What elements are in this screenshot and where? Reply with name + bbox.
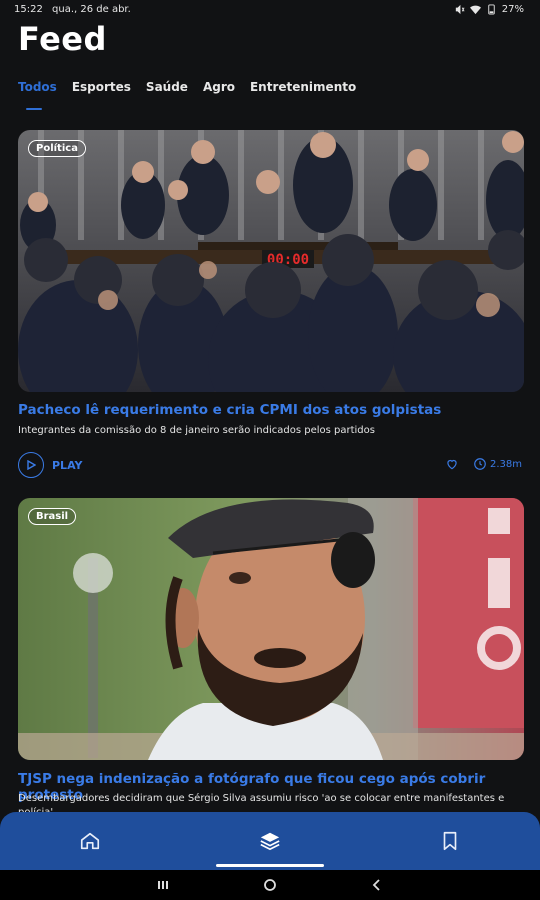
system-navigation-bar <box>0 870 540 900</box>
back-icon[interactable] <box>370 878 384 892</box>
wifi-icon <box>469 5 481 14</box>
nav-feed[interactable] <box>240 821 300 861</box>
photographer-portrait-photo <box>18 498 524 760</box>
home-button-icon[interactable] <box>263 878 277 892</box>
clock-icon <box>474 458 486 470</box>
play-label: PLAY <box>52 458 83 472</box>
home-icon <box>80 832 100 850</box>
status-right: 27% <box>454 4 524 15</box>
play-button[interactable]: PLAY <box>18 452 83 478</box>
category-badge: Brasil <box>28 508 77 525</box>
status-left: 15:22 qua., 26 de abr. <box>14 4 131 15</box>
nav-saved[interactable] <box>420 821 480 861</box>
news-card-image-politica[interactable]: 00:00 Política <box>18 130 524 392</box>
status-bar: 15:22 qua., 26 de abr. 27% <box>0 0 540 18</box>
bottom-navigation <box>0 812 540 870</box>
status-date: qua., 26 de abr. <box>52 3 131 15</box>
duration-text: 2.38m <box>489 458 522 470</box>
tab-entretenimento[interactable]: Entretenimento <box>250 80 356 94</box>
feed-layers-icon <box>260 832 280 851</box>
news-card-image-brasil[interactable]: Brasil <box>18 498 524 760</box>
tab-todos[interactable]: Todos <box>18 80 57 94</box>
battery-icon <box>488 3 495 15</box>
active-tab-indicator <box>26 108 42 110</box>
recent-apps-icon[interactable] <box>156 878 170 892</box>
senate-session-photo: 00:00 <box>18 130 524 392</box>
battery-percent: 27% <box>501 3 524 15</box>
play-icon <box>18 452 44 478</box>
category-tabs: Todos Esportes Saúde Agro Entretenimento <box>18 80 356 94</box>
card-meta: 2.38m <box>445 457 522 471</box>
news-subtitle: Integrantes da comissão do 8 de janeiro … <box>18 425 375 436</box>
duration: 2.38m <box>473 457 522 471</box>
status-time: 15:22 <box>14 3 43 15</box>
heart-icon[interactable] <box>445 457 459 471</box>
news-headline[interactable]: Pacheco lê requerimento e cria CPMI dos … <box>18 402 524 418</box>
category-badge: Política <box>28 140 86 157</box>
page-title: Feed <box>18 20 107 58</box>
bookmark-icon <box>443 831 457 851</box>
nav-home[interactable] <box>60 821 120 861</box>
nav-active-indicator <box>216 864 324 867</box>
tab-saude[interactable]: Saúde <box>146 80 188 94</box>
mute-icon <box>455 4 465 14</box>
tab-esportes[interactable]: Esportes <box>72 80 131 94</box>
tab-agro[interactable]: Agro <box>203 80 235 94</box>
